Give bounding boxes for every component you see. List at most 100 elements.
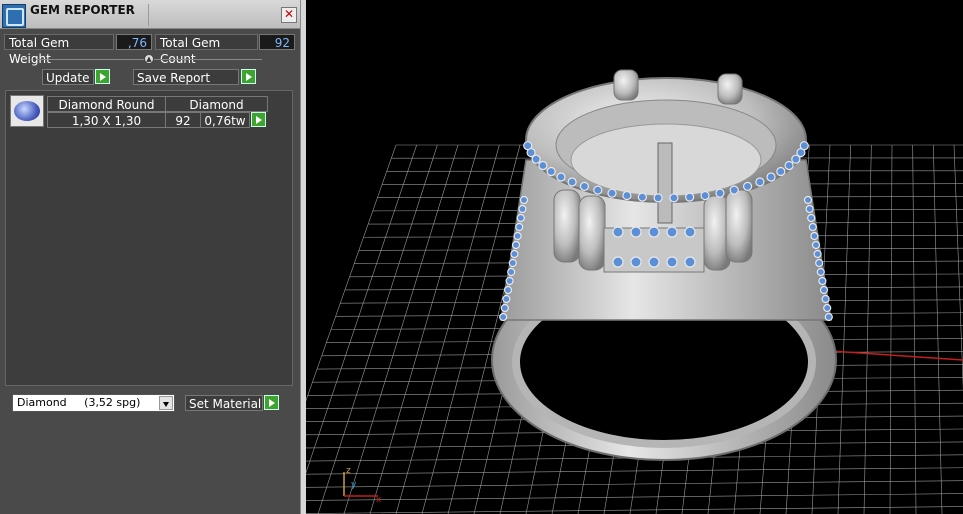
gem-stone (715, 188, 725, 198)
gem-stone (518, 204, 527, 214)
gem-stone (593, 185, 603, 195)
window-title: GEM REPORTER (30, 3, 135, 17)
gem-stone (700, 190, 710, 201)
gem-stone (505, 276, 514, 286)
material-dropdown[interactable]: Diamond (3,52 spg) (12, 394, 175, 412)
gem-reporter-icon (2, 4, 26, 28)
top-prong-2 (717, 73, 743, 105)
total-gem-weight-label: Total Gem Weight (4, 34, 114, 66)
center-post (657, 142, 673, 224)
collapse-icon[interactable]: ▲ (144, 54, 154, 64)
axis-indicator: z y x (343, 466, 382, 505)
gem-stone (630, 256, 642, 268)
gem-stone (579, 181, 590, 191)
gem-stone (515, 222, 524, 232)
gem-stone (810, 231, 819, 241)
gem-count-cell: 92 (165, 112, 201, 128)
gem-stone (685, 192, 695, 202)
gem-stone (538, 160, 548, 171)
gem-stone (502, 294, 511, 304)
gem-stone (511, 240, 521, 250)
3d-viewport[interactable]: z y x (306, 0, 963, 514)
gem-stone (784, 160, 794, 171)
grid-line (306, 506, 963, 514)
grid-line (863, 144, 872, 514)
gem-stone (648, 256, 660, 268)
ring-model[interactable] (491, 69, 837, 461)
gem-stone (556, 172, 566, 182)
grid-line (395, 144, 500, 514)
prong-1 (553, 189, 581, 263)
gem-stone (516, 213, 525, 223)
grid-line (837, 144, 851, 514)
gem-stone (513, 231, 522, 241)
close-button[interactable]: ✕ (281, 7, 297, 23)
update-arrow-icon[interactable] (95, 69, 110, 84)
set-material-button[interactable]: Set Material (185, 395, 263, 411)
gem-stone (669, 193, 679, 203)
grid-line (889, 144, 893, 514)
gem-stone (684, 226, 696, 238)
gem-stone (653, 193, 663, 203)
gem-round-icon[interactable] (10, 95, 44, 127)
gem-stone (607, 188, 617, 198)
top-prong-1 (613, 69, 639, 101)
gem-stone (507, 267, 516, 277)
update-button[interactable]: Update (42, 69, 94, 85)
grid-line (953, 144, 963, 391)
gem-stone (742, 181, 753, 191)
gem-stone (811, 240, 821, 250)
gem-stone (508, 258, 517, 268)
gem-stone (503, 285, 513, 295)
gem-stone (630, 226, 642, 238)
save-report-arrow-icon[interactable] (241, 69, 256, 84)
gem-stone (666, 226, 678, 238)
chevron-down-icon[interactable] (159, 396, 173, 410)
gem-stone (805, 204, 814, 214)
gem-stone (803, 195, 813, 205)
gem-stone (622, 190, 632, 201)
gem-stone (816, 267, 825, 277)
gem-stone (684, 256, 696, 268)
material-selected-value: Diamond (3,52 spg) (17, 396, 141, 409)
gem-stone (755, 177, 765, 187)
gem-stone (500, 303, 509, 313)
grid-line (369, 144, 479, 514)
title-separator (148, 4, 149, 26)
gem-stone (813, 249, 822, 259)
save-report-button[interactable]: Save Report (133, 69, 239, 85)
gem-shape-cell: Diamond Round (47, 96, 166, 112)
gem-row-arrow-icon[interactable] (251, 112, 266, 127)
gem-stone (821, 294, 830, 304)
prong-4 (725, 189, 753, 263)
gem-stone (766, 172, 776, 182)
axis-z-label: z (346, 466, 351, 476)
gem-stone (807, 213, 816, 223)
total-gem-weight-value: ,76 (116, 34, 152, 50)
gem-stone (510, 249, 519, 259)
gem-stone (531, 154, 541, 164)
set-material-arrow-icon[interactable] (264, 395, 279, 410)
gem-stone (612, 226, 624, 238)
gem-stone (612, 256, 624, 268)
viewport-canvas[interactable]: z y x (306, 0, 963, 514)
gem-list: Diamond Round Diamond 1,30 X 1,30 92 0,7… (5, 90, 293, 386)
gem-stone (519, 195, 529, 205)
grid-line (933, 144, 943, 514)
gem-stone (729, 185, 739, 195)
gem-stone (823, 303, 832, 313)
gem-stone (824, 312, 833, 322)
total-gem-count-value: 92 (259, 34, 295, 50)
gem-stone (776, 166, 786, 177)
gem-stone (799, 141, 809, 151)
grid-line (912, 144, 917, 514)
title-bar[interactable]: GEM REPORTER ✕ (0, 0, 300, 29)
gem-stone (819, 285, 829, 295)
prong-2 (578, 195, 606, 271)
gem-stone (546, 166, 556, 177)
gem-material-cell: Diamond (165, 96, 268, 112)
axis-y-label: y (351, 480, 357, 490)
gem-stone (648, 226, 660, 238)
gem-reporter-panel: GEM REPORTER ✕ Total Gem Weight ,76 Tota… (0, 0, 300, 514)
gem-stone (818, 276, 827, 286)
